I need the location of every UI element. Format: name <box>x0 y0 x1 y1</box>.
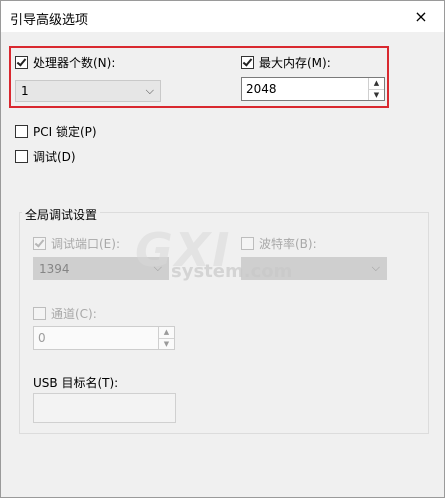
checkbox-box <box>241 237 254 250</box>
title-bar: 引导高级选项 × <box>1 1 444 32</box>
chevron-down-icon: ⌵ <box>153 261 162 274</box>
close-icon: × <box>414 7 428 26</box>
processor-count-value: 1 <box>21 84 29 98</box>
debug-port-checkbox[interactable]: 调试端口(E): <box>33 235 120 252</box>
checkbox-box <box>33 237 46 250</box>
debug-port-select[interactable]: 1394 ⌵ <box>33 257 169 280</box>
debug-label: 调试(D) <box>33 150 76 164</box>
pci-lock-label: PCI 锁定(P) <box>33 125 97 139</box>
global-debug-group-title: 全局调试设置 <box>22 206 101 223</box>
boot-advanced-options-dialog: 引导高级选项 × 处理器个数(N): 1 ⌵ 最大内存(M): 2048 ▲ ▼… <box>0 0 445 498</box>
max-memory-checkbox[interactable]: 最大内存(M): <box>241 54 331 71</box>
max-memory-stepper[interactable]: 2048 ▲ ▼ <box>241 77 385 101</box>
chevron-down-icon: ⌵ <box>145 84 154 97</box>
processor-count-select[interactable]: 1 ⌵ <box>15 80 161 102</box>
channel-stepper[interactable]: 0 ▲ ▼ <box>33 326 175 350</box>
window-title: 引导高级选项 <box>10 13 89 28</box>
stepper-up-icon[interactable]: ▲ <box>159 327 174 338</box>
channel-label: 通道(C): <box>51 307 97 321</box>
debug-port-value: 1394 <box>39 261 70 276</box>
checkbox-box <box>241 56 254 69</box>
stepper-arrows: ▲ ▼ <box>158 327 174 349</box>
baud-rate-select[interactable]: ⌵ <box>241 257 387 280</box>
processor-count-checkbox[interactable]: 处理器个数(N): <box>15 54 115 71</box>
close-button[interactable]: × <box>398 1 444 32</box>
baud-rate-checkbox[interactable]: 波特率(B): <box>241 235 317 252</box>
debug-checkbox[interactable]: 调试(D) <box>15 148 76 165</box>
pci-lock-checkbox[interactable]: PCI 锁定(P) <box>15 123 97 140</box>
chevron-down-icon: ⌵ <box>371 261 380 274</box>
debug-port-label: 调试端口(E): <box>51 237 120 251</box>
max-memory-value: 2048 <box>246 82 277 96</box>
channel-checkbox[interactable]: 通道(C): <box>33 305 97 322</box>
stepper-arrows: ▲ ▼ <box>368 78 384 100</box>
channel-value: 0 <box>38 331 46 345</box>
checkbox-box <box>15 150 28 163</box>
stepper-up-icon[interactable]: ▲ <box>369 78 384 89</box>
usb-target-field[interactable] <box>33 393 176 423</box>
checkbox-box <box>15 56 28 69</box>
baud-rate-label: 波特率(B): <box>259 237 317 251</box>
processor-count-label: 处理器个数(N): <box>33 56 116 70</box>
checkbox-box <box>33 307 46 320</box>
stepper-down-icon[interactable]: ▼ <box>159 338 174 350</box>
usb-target-label: USB 目标名(T): <box>33 376 119 390</box>
max-memory-label: 最大内存(M): <box>259 56 331 70</box>
stepper-down-icon[interactable]: ▼ <box>369 89 384 101</box>
checkbox-box <box>15 125 28 138</box>
